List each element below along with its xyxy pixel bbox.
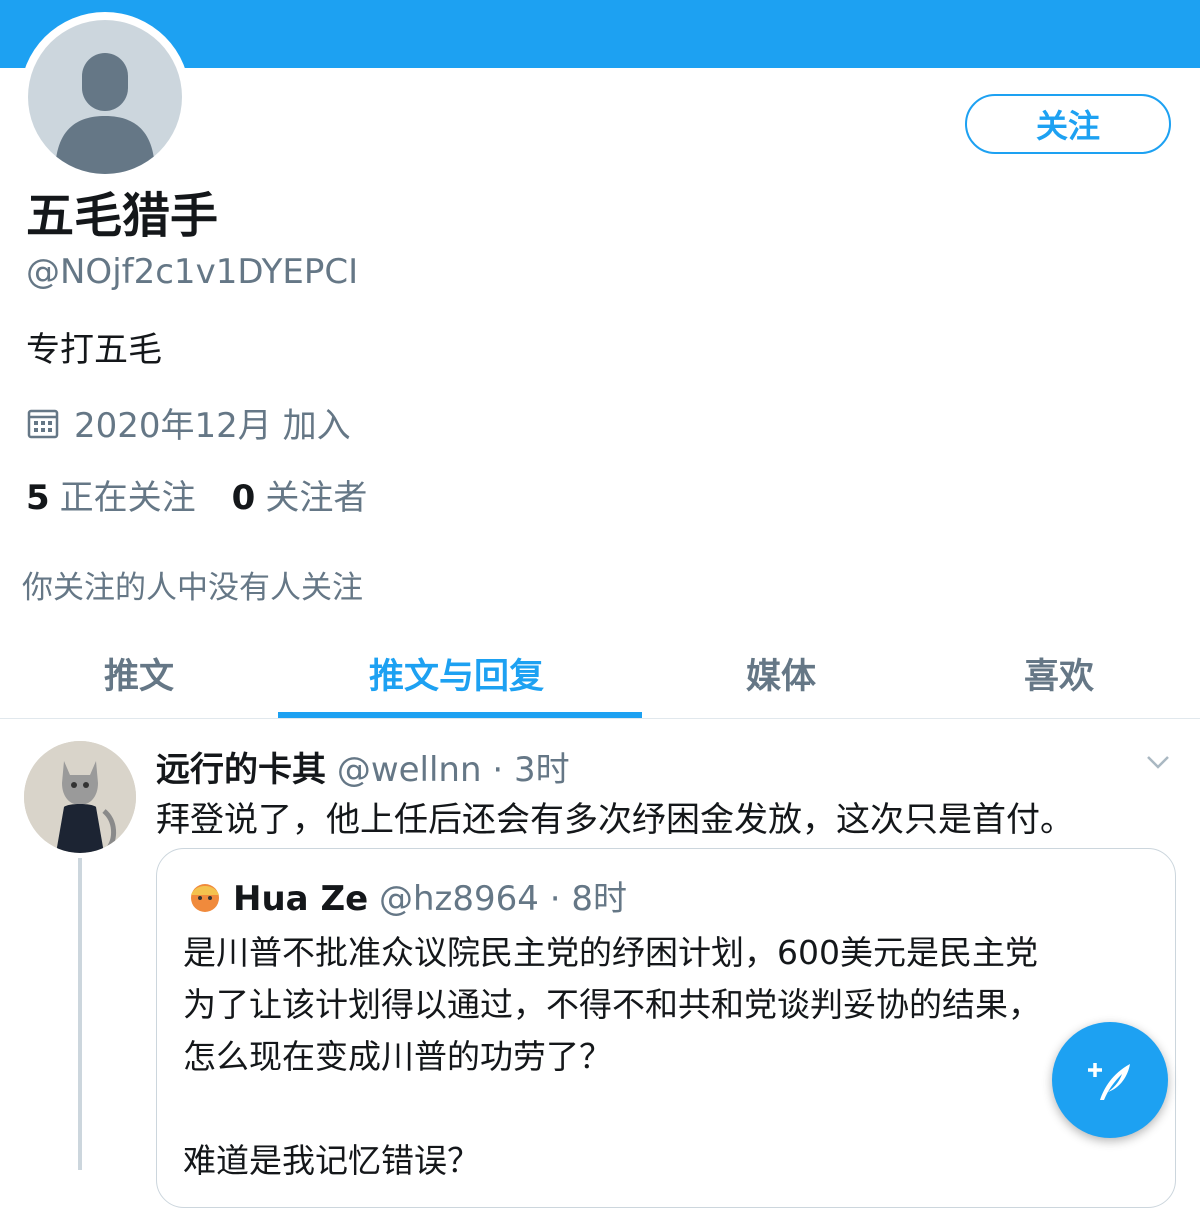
- tweet-author-name[interactable]: 远行的卡其: [156, 750, 326, 790]
- quoted-text-line: 难道是我记忆错误？: [183, 1141, 480, 1180]
- joined-date: 2020年12月 加入: [74, 406, 351, 446]
- quoted-tweet-header: Hua Ze @hz8964 · 8时: [233, 871, 627, 920]
- followers-count: 0: [231, 478, 256, 518]
- quoted-text-line: 为了让该计划得以通过，不得不和共和党谈判妥协的结果，: [183, 985, 1041, 1024]
- tab-tweets-and-replies[interactable]: 推文与回复: [369, 648, 544, 699]
- tab-likes[interactable]: 喜欢: [1024, 648, 1094, 699]
- quoted-author-avatar: [185, 875, 225, 915]
- compose-tweet-button[interactable]: [1052, 1022, 1168, 1138]
- following-label: 正在关注: [59, 478, 196, 518]
- profile-avatar[interactable]: [20, 12, 190, 182]
- default-avatar-icon: [28, 20, 182, 174]
- profile-bio: 专打五毛: [26, 330, 162, 370]
- followers-label: 关注者: [265, 478, 368, 518]
- profile-tabs: 推文 推文与回复 媒体 喜欢: [0, 630, 1200, 719]
- quoted-tweet-time: · 8时: [549, 879, 627, 919]
- followers-stat[interactable]: 0 关注者: [232, 470, 368, 519]
- tweet-author-handle[interactable]: @wellnn: [337, 750, 482, 790]
- compose-tweet-icon: [1088, 1063, 1130, 1100]
- tab-tweets[interactable]: 推文: [104, 648, 174, 699]
- tweet-time: · 3时: [492, 750, 570, 790]
- quoted-text-line: 怎么现在变成川普的功劳了？: [183, 1037, 612, 1076]
- quoted-tweet[interactable]: Hua Ze @hz8964 · 8时 是川普不批准众议院民主党的纾困计划，60…: [156, 848, 1176, 1208]
- tweet-text: 拜登说了，他上任后还会有多次纾困金发放，这次只是首付。: [156, 800, 1074, 840]
- tab-media[interactable]: 媒体: [746, 648, 816, 699]
- quoted-author-handle: @hz8964: [378, 879, 539, 919]
- following-count: 5: [26, 478, 50, 518]
- quoted-text-line: [183, 1083, 1041, 1135]
- quoted-author-name: Hua Ze: [233, 879, 369, 919]
- quoted-text-line: 是川普不批准众议院民主党的纾困计划，600美元是民主党: [183, 933, 1038, 972]
- profile-joined: 2020年12月 加入: [26, 398, 351, 447]
- profile-stats: 5 正在关注 0 关注者: [26, 470, 367, 519]
- quoted-tweet-text: 是川普不批准众议院民主党的纾困计划，600美元是民主党 为了让该计划得以通过，不…: [183, 927, 1041, 1187]
- following-stat[interactable]: 5 正在关注: [26, 470, 196, 519]
- mutual-followers-text: 你关注的人中没有人关注: [22, 570, 363, 606]
- chevron-down-icon[interactable]: [1145, 752, 1171, 772]
- tweet-header: 远行的卡其 @wellnn · 3时: [156, 742, 570, 791]
- active-tab-indicator: [278, 712, 642, 718]
- profile-display-name: 五毛猎手: [26, 188, 219, 244]
- follow-button[interactable]: 关注: [965, 94, 1171, 154]
- tweet-author-avatar[interactable]: [24, 741, 136, 853]
- profile-handle: @NOjf2c1v1DYEPCI: [26, 252, 359, 292]
- calendar-icon: [27, 409, 59, 438]
- thread-line: [78, 858, 82, 1170]
